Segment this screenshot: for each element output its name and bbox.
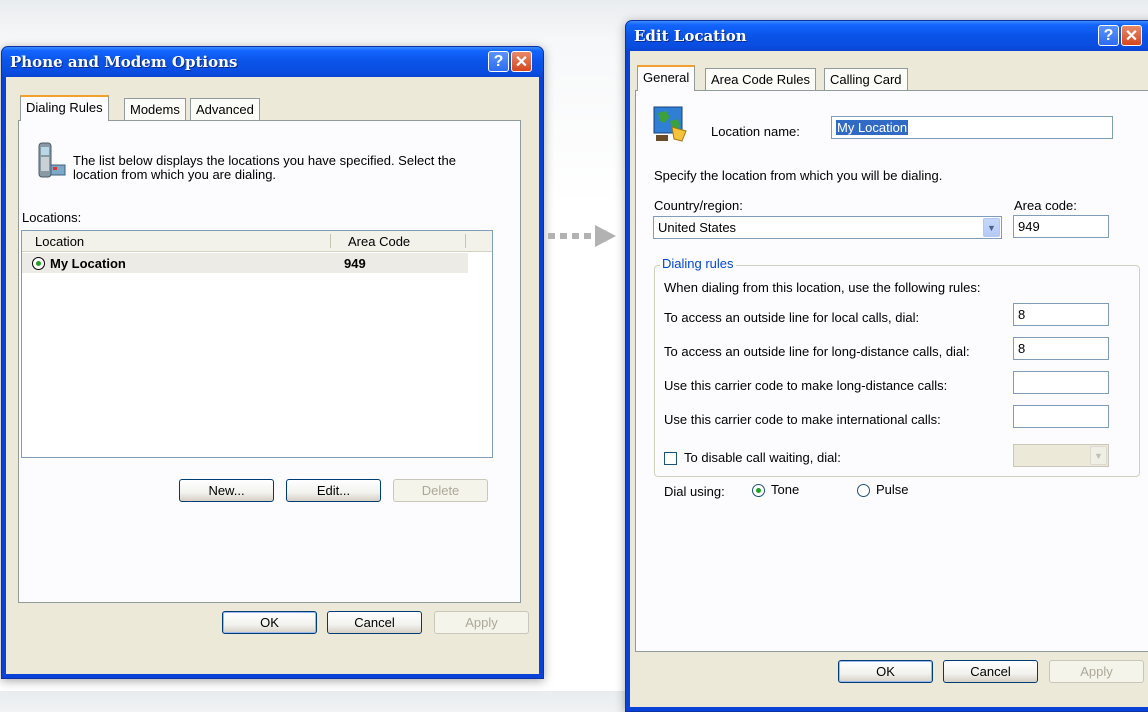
window-client-area: Dialing Rules Modems Advanced The list b…: [6, 77, 539, 674]
table-row[interactable]: My Location 949: [22, 253, 468, 273]
chevron-down-icon[interactable]: ▼: [1090, 446, 1107, 465]
tab-calling-card[interactable]: Calling Card: [824, 68, 908, 90]
location-name-label: Location name:: [711, 124, 800, 139]
selected-location-icon: [32, 257, 45, 270]
country-value: United States: [658, 220, 737, 235]
dialing-rules-panel: The list below displays the locations yo…: [18, 120, 521, 603]
new-button[interactable]: New...: [179, 479, 274, 502]
local-calls-label: To access an outside line for local call…: [664, 310, 920, 325]
area-code-input[interactable]: 949: [1013, 215, 1109, 238]
call-waiting-label[interactable]: To disable call waiting, dial:: [684, 450, 841, 465]
carrier-long-distance-input[interactable]: [1013, 371, 1109, 394]
dial-using-label: Dial using:: [664, 484, 725, 499]
tab-area-code-rules[interactable]: Area Code Rules: [705, 68, 816, 90]
locations-list[interactable]: Location Area Code My Location 949: [21, 230, 493, 458]
tab-advanced[interactable]: Advanced: [190, 98, 260, 120]
tab-modems[interactable]: Modems: [124, 98, 186, 120]
ok-button[interactable]: OK: [222, 611, 317, 634]
window-title: Edit Location: [634, 27, 747, 45]
location-name-value: My Location: [836, 120, 909, 135]
cancel-button[interactable]: Cancel: [327, 611, 422, 634]
close-x-icon[interactable]: ✕: [1121, 25, 1142, 46]
help-question-icon[interactable]: ?: [488, 51, 509, 72]
edit-location-window: Edit Location ? ✕ General Area Code Rule…: [625, 20, 1148, 712]
call-waiting-select[interactable]: ▼: [1013, 444, 1109, 467]
telephone-icon: [38, 142, 66, 178]
cancel-button[interactable]: Cancel: [943, 660, 1038, 683]
carrier-long-distance-label: Use this carrier code to make long-dista…: [664, 378, 948, 393]
help-question-icon[interactable]: ?: [1098, 25, 1119, 46]
phone-modem-options-window: Phone and Modem Options ? ✕ Dialing Rule…: [1, 46, 544, 679]
window-title: Phone and Modem Options: [10, 53, 238, 71]
location-name-input[interactable]: My Location: [831, 116, 1113, 139]
area-code-label: Area code:: [1014, 198, 1077, 213]
close-x-icon[interactable]: ✕: [511, 51, 532, 72]
locations-label: Locations:: [22, 210, 82, 225]
long-distance-label: To access an outside line for long-dista…: [664, 344, 970, 359]
tone-radio[interactable]: [752, 484, 765, 497]
edit-button[interactable]: Edit...: [286, 479, 381, 502]
general-panel: Location name: My Location Specify the l…: [635, 90, 1148, 652]
title-bar[interactable]: Phone and Modem Options ? ✕: [2, 47, 543, 77]
dialing-rules-intro: When dialing from this location, use the…: [664, 280, 981, 295]
tone-label[interactable]: Tone: [771, 482, 799, 497]
dotted-arrow-right-icon: [548, 225, 616, 247]
carrier-international-input[interactable]: [1013, 405, 1109, 428]
column-header-area-code[interactable]: Area Code: [348, 234, 410, 249]
call-waiting-checkbox[interactable]: [664, 452, 677, 465]
delete-button[interactable]: Delete: [393, 479, 488, 502]
tab-dialing-rules[interactable]: Dialing Rules: [20, 95, 109, 121]
country-label: Country/region:: [654, 198, 743, 213]
tab-general[interactable]: General: [637, 65, 696, 91]
pulse-radio[interactable]: [857, 484, 870, 497]
column-divider[interactable]: [465, 234, 466, 248]
list-header: Location Area Code: [22, 231, 492, 252]
location-globe-icon: [653, 106, 687, 142]
long-distance-input[interactable]: 8: [1013, 337, 1109, 360]
column-header-location[interactable]: Location: [35, 234, 84, 249]
area-code-cell: 949: [344, 256, 366, 271]
ok-button[interactable]: OK: [838, 660, 933, 683]
apply-button[interactable]: Apply: [434, 611, 529, 634]
title-bar[interactable]: Edit Location ? ✕: [626, 21, 1148, 51]
chevron-down-icon[interactable]: ▼: [983, 218, 1000, 237]
window-client-area: General Area Code Rules Calling Card Loc…: [630, 51, 1148, 707]
pulse-label[interactable]: Pulse: [876, 482, 909, 497]
column-divider[interactable]: [330, 234, 331, 248]
specify-text: Specify the location from which you will…: [654, 168, 943, 183]
apply-button[interactable]: Apply: [1049, 660, 1144, 683]
country-select[interactable]: United States ▼: [653, 216, 1002, 239]
location-cell: My Location: [50, 256, 126, 271]
carrier-international-label: Use this carrier code to make internatio…: [664, 412, 941, 427]
dialing-rules-group-label: Dialing rules: [660, 256, 736, 271]
local-calls-input[interactable]: 8: [1013, 303, 1109, 326]
description-text: The list below displays the locations yo…: [73, 153, 456, 182]
